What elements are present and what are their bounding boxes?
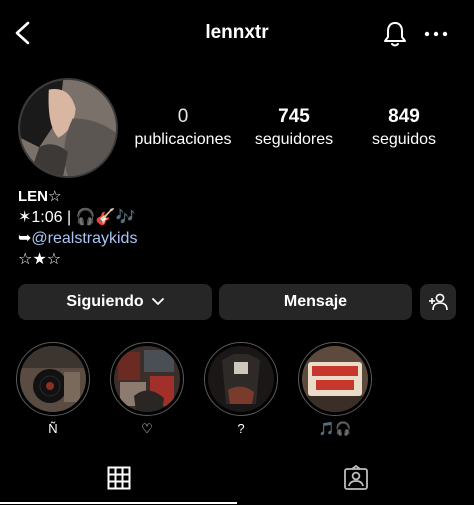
- profile-display-name: LEN☆: [18, 188, 62, 205]
- stat-value: 0: [177, 106, 189, 127]
- stat-value: 745: [278, 106, 310, 127]
- highlight-cover-rock-sign: [302, 346, 368, 412]
- top-bar: lennxtr: [0, 0, 474, 66]
- tab-posts-grid[interactable]: [0, 450, 237, 505]
- story-highlight[interactable]: ?: [204, 342, 278, 438]
- following-button-label: Siguiendo: [66, 293, 144, 310]
- profile-bio: LEN☆ ✶1:06 | 🎧🎸🎶 ➥@realstraykids ☆★☆: [18, 186, 137, 270]
- highlight-label: ?: [237, 421, 245, 436]
- more-icon[interactable]: [424, 30, 448, 38]
- bio-line: ☆★☆: [18, 251, 62, 268]
- story-highlight[interactable]: Ñ: [16, 342, 90, 438]
- highlight-ring: [16, 342, 90, 416]
- highlight-ring: [110, 342, 184, 416]
- stat-following[interactable]: 849 seguidos: [360, 106, 448, 151]
- story-highlight[interactable]: ♡: [110, 342, 184, 438]
- story-highlight[interactable]: 🎵🎧: [298, 342, 372, 438]
- bio-mention-link[interactable]: @realstraykids: [31, 230, 137, 247]
- tab-tagged[interactable]: [237, 450, 474, 505]
- message-button[interactable]: Mensaje: [219, 284, 412, 320]
- highlight-ring: [298, 342, 372, 416]
- stat-followers[interactable]: 745 seguidores: [246, 106, 342, 151]
- message-button-label: Mensaje: [283, 293, 348, 310]
- highlight-label: ♡: [141, 421, 153, 436]
- profile-tabs: [0, 450, 474, 505]
- suggested-users-button[interactable]: [420, 284, 456, 320]
- stat-label: publicaciones: [134, 131, 232, 148]
- bio-line: ✶1:06 | 🎧🎸🎶: [18, 209, 136, 226]
- chevron-down-icon: [151, 298, 164, 305]
- highlight-cover-tshirt: [208, 346, 274, 412]
- profile-avatar[interactable]: [18, 78, 118, 178]
- highlight-ring: [204, 342, 278, 416]
- stat-value: 849: [388, 106, 420, 127]
- highlight-label: 🎵🎧: [318, 421, 352, 436]
- stat-posts: 0 publicaciones: [130, 106, 236, 151]
- bio-mention-line: ➥@realstraykids: [18, 228, 137, 249]
- highlight-cover-vinyl: [20, 346, 86, 412]
- following-button[interactable]: Siguiendo: [18, 284, 212, 320]
- stat-label: seguidores: [254, 131, 334, 148]
- add-user-icon: [429, 293, 448, 311]
- highlight-cover-records: [114, 346, 180, 412]
- tagged-icon: [343, 464, 368, 490]
- bell-icon[interactable]: [382, 20, 408, 48]
- grid-icon: [107, 466, 130, 489]
- arrow-glyph: ➥: [18, 230, 32, 247]
- active-tab-indicator: [0, 502, 237, 504]
- stat-label: seguidos: [371, 131, 437, 148]
- highlight-label: Ñ: [48, 421, 58, 436]
